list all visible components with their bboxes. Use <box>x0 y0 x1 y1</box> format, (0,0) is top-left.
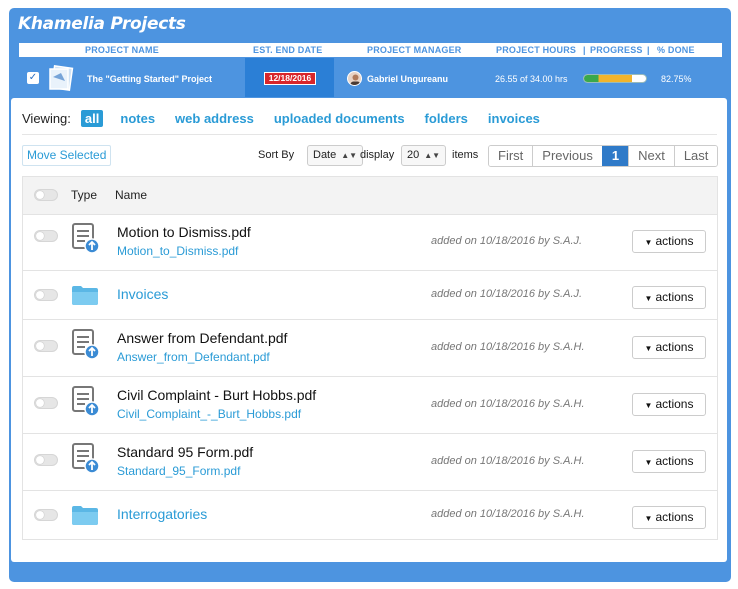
caret-down-icon: ▼ <box>644 401 653 410</box>
folder-link[interactable]: Interrogatories <box>117 506 207 522</box>
header-name: Name <box>115 188 148 202</box>
added-info: added on 10/18/2016 by S.A.H. <box>431 341 585 353</box>
row-select-toggle[interactable] <box>34 509 58 521</box>
col-hours: PROJECT HOURS <box>496 45 577 55</box>
row-select-toggle[interactable] <box>34 397 58 409</box>
folder-icon <box>72 286 98 305</box>
document-file-link[interactable]: Civil_Complaint_-_Burt_Hobbs.pdf <box>117 407 301 421</box>
actions-button[interactable]: ▼ actions <box>632 286 706 309</box>
filter-invoices[interactable]: invoices <box>488 111 540 126</box>
viewing-filter-bar: Viewing: all notes web address uploaded … <box>22 109 560 127</box>
list-toolbar: Move Selected Sort By Date ▲▼ display 20 ▲… <box>22 145 719 167</box>
sort-by-select[interactable]: Date ▲▼ <box>307 145 364 166</box>
row-select-toggle[interactable] <box>34 289 58 301</box>
project-checkbox[interactable]: ✓ <box>27 72 39 84</box>
document-title: Standard 95 Form.pdf <box>117 444 254 460</box>
table-row[interactable]: Motion to Dismiss.pdf Motion_to_Dismiss.… <box>23 215 717 271</box>
items-label: items <box>452 149 479 161</box>
uploaded-document-icon <box>72 386 100 417</box>
pager-current[interactable]: 1 <box>601 146 629 166</box>
row-select-toggle[interactable] <box>34 340 58 352</box>
document-title: Answer from Defendant.pdf <box>117 330 288 346</box>
documents-panel: Viewing: all notes web address uploaded … <box>11 98 727 562</box>
project-column-header: PROJECT NAME EST. END DATE PROJECT MANAG… <box>19 41 722 57</box>
user-avatar-icon <box>350 74 361 85</box>
added-info: added on 10/18/2016 by S.A.H. <box>431 398 585 410</box>
added-info: added on 10/18/2016 by S.A.J. <box>431 288 583 300</box>
documents-table: Type Name Motion to Dismiss.pdf Motion_t… <box>22 176 718 540</box>
added-info: added on 10/18/2016 by S.A.H. <box>431 508 585 520</box>
actions-button[interactable]: ▼ actions <box>632 336 706 359</box>
actions-button[interactable]: ▼ actions <box>632 230 706 253</box>
caret-down-icon: ▼ <box>644 294 653 303</box>
table-row[interactable]: Invoices added on 10/18/2016 by S.A.J. ▼… <box>23 271 717 320</box>
caret-down-icon: ▼ <box>644 238 653 247</box>
actions-button[interactable]: ▼ actions <box>632 506 706 529</box>
folder-icon <box>72 506 98 525</box>
move-selected-button[interactable]: Move Selected <box>22 145 112 166</box>
added-info: added on 10/18/2016 by S.A.H. <box>431 455 585 467</box>
filter-folders[interactable]: folders <box>425 111 468 126</box>
pager-next[interactable]: Next <box>628 146 674 166</box>
project-folder-icon <box>49 65 74 91</box>
document-title: Civil Complaint - Burt Hobbs.pdf <box>117 387 317 403</box>
project-name[interactable]: The "Getting Started" Project <box>87 74 212 84</box>
percent-done: 82.75% <box>661 74 692 84</box>
divider <box>22 134 717 135</box>
table-row[interactable]: Standard 95 Form.pdf Standard_95_Form.pd… <box>23 434 717 491</box>
filter-web-address[interactable]: web address <box>175 111 254 126</box>
filter-uploaded-documents[interactable]: uploaded documents <box>274 111 405 126</box>
added-info: added on 10/18/2016 by S.A.J. <box>431 235 583 247</box>
folder-link[interactable]: Invoices <box>117 286 168 302</box>
col-end-date: EST. END DATE <box>253 45 323 55</box>
viewing-label: Viewing: <box>22 110 71 126</box>
project-manager: Gabriel Ungureanu <box>367 74 449 84</box>
sort-by-label: Sort By <box>258 149 295 161</box>
row-select-toggle[interactable] <box>34 454 58 466</box>
pager-first[interactable]: First <box>489 146 533 166</box>
sort-by-value: Date <box>313 149 337 161</box>
table-row[interactable]: Answer from Defendant.pdf Answer_from_De… <box>23 320 717 377</box>
col-progress: PROGRESS <box>590 45 643 55</box>
end-date-cell: 12/18/2016 <box>245 58 334 97</box>
header-type: Type <box>71 188 98 202</box>
caret-down-icon: ▼ <box>644 458 653 467</box>
col-project-name: PROJECT NAME <box>85 45 159 55</box>
display-count-value: 20 <box>407 149 420 161</box>
col-pct-done: % DONE <box>657 45 695 55</box>
display-count-select[interactable]: 20 ▲▼ <box>401 145 447 166</box>
avatar <box>347 71 362 86</box>
caret-down-icon: ▼ <box>644 344 653 353</box>
document-file-link[interactable]: Standard_95_Form.pdf <box>117 464 240 478</box>
select-all-toggle[interactable] <box>34 189 58 201</box>
table-row[interactable]: Interrogatories added on 10/18/2016 by S… <box>23 491 717 539</box>
filter-all[interactable]: all <box>80 109 104 127</box>
actions-button[interactable]: ▼ actions <box>632 393 706 416</box>
table-header: Type Name <box>23 177 717 215</box>
document-file-link[interactable]: Motion_to_Dismiss.pdf <box>117 244 238 258</box>
progress-bar-fill <box>584 75 633 82</box>
app-title: Khamelia Projects <box>18 14 186 34</box>
document-title: Motion to Dismiss.pdf <box>117 224 251 240</box>
project-hours: 26.55 of 34.00 hrs <box>495 74 568 84</box>
table-row[interactable]: Civil Complaint - Burt Hobbs.pdf Civil_C… <box>23 377 717 434</box>
pagination: First Previous 1 Next Last <box>488 145 719 167</box>
row-select-toggle[interactable] <box>34 230 58 242</box>
progress-bar <box>583 74 647 83</box>
document-file-link[interactable]: Answer_from_Defendant.pdf <box>117 350 270 364</box>
display-label: display <box>360 149 395 161</box>
select-arrows-icon: ▲▼ <box>341 151 358 160</box>
select-arrows-icon: ▲▼ <box>424 151 441 160</box>
uploaded-document-icon <box>72 443 100 474</box>
project-row[interactable]: ✓ The "Getting Started" Project 12/18/20… <box>19 58 722 97</box>
pager-previous[interactable]: Previous <box>532 146 602 166</box>
uploaded-document-icon <box>72 223 100 254</box>
uploaded-document-icon <box>72 329 100 360</box>
filter-notes[interactable]: notes <box>120 111 155 126</box>
end-date-badge: 12/18/2016 <box>264 72 316 85</box>
caret-down-icon: ▼ <box>644 514 653 523</box>
col-manager: PROJECT MANAGER <box>367 45 462 55</box>
actions-button[interactable]: ▼ actions <box>632 450 706 473</box>
pager-last[interactable]: Last <box>673 146 718 166</box>
